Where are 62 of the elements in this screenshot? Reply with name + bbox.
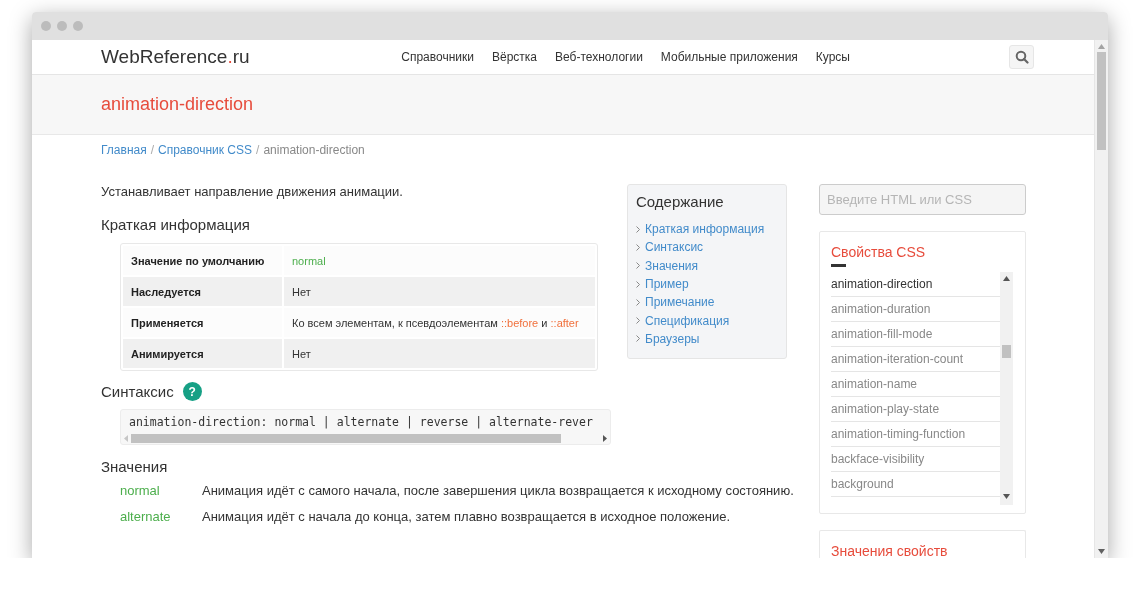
section-heading: Краткая информация: [101, 216, 251, 233]
nav-link[interactable]: Справочники: [392, 50, 483, 64]
window-control-dot[interactable]: [73, 21, 83, 31]
title-underline: [831, 264, 846, 267]
chevron-icon: [636, 298, 640, 306]
table-cell: Нет: [284, 339, 595, 368]
search-button[interactable]: [1009, 45, 1034, 69]
panel-title: Свойства CSS: [831, 244, 927, 260]
site-logo[interactable]: WebReference.ru: [101, 46, 250, 68]
nav-link[interactable]: Вёрстка: [483, 50, 547, 64]
list-scrollbar[interactable]: [1000, 272, 1013, 505]
breadcrumb-current: animation-direction: [263, 143, 365, 157]
page-scrollbar[interactable]: [1094, 40, 1108, 558]
scroll-down-icon: [1003, 494, 1010, 499]
chevron-icon: [636, 225, 640, 233]
panel-title: Содержание: [636, 193, 725, 210]
scrollbar-thumb[interactable]: [1097, 52, 1106, 150]
contents-link[interactable]: Браузеры: [645, 331, 700, 346]
section-heading: Синтаксис: [101, 383, 174, 400]
search-icon: [1014, 50, 1029, 64]
intro-text: Устанавливает направление движения анимации.: [101, 184, 404, 200]
table-cell: Наследуется: [123, 277, 282, 306]
search-field[interactable]: Введите HTML или CSS: [819, 184, 1026, 215]
section-heading: Значения: [101, 458, 169, 475]
code-text: animation-direction: normal | alternate | reverse | alternate-rever: [128, 414, 594, 431]
breadcrumb-separator: /: [256, 143, 260, 157]
window-control-dot[interactable]: [41, 21, 51, 31]
help-button[interactable]: ?: [182, 382, 202, 401]
scroll-up-icon[interactable]: [1098, 44, 1105, 49]
scroll-right-icon: [603, 434, 607, 442]
nav-link[interactable]: Мобильные приложения: [651, 50, 807, 64]
chevron-icon: [636, 243, 640, 251]
contents-link[interactable]: Синтаксис: [645, 240, 704, 255]
contents-link[interactable]: Пример: [645, 277, 689, 292]
breadcrumb-link[interactable]: Главная: [101, 143, 147, 157]
chevron-icon: [636, 317, 640, 325]
table-cell: Нет: [284, 277, 595, 306]
scroll-left-icon: [124, 434, 128, 442]
breadcrumb-separator: /: [150, 143, 155, 157]
value-description: Анимация идёт с самого начала, после завершения цикла возвращается к исходному состоянию.: [202, 483, 794, 499]
scrollbar-thumb[interactable]: [1002, 345, 1011, 358]
nav-link[interactable]: Курсы: [806, 50, 859, 64]
scroll-down-icon[interactable]: [1098, 549, 1105, 554]
value-description: Анимация идёт с начала до конца, затем плавно возвращается в исходное положение.: [202, 509, 732, 525]
panel-title: Значения свойств: [831, 543, 949, 558]
scrollbar-thumb[interactable]: [131, 433, 561, 443]
contents-link[interactable]: Краткая информация: [645, 222, 765, 237]
chevron-icon: [636, 262, 640, 270]
page-title: animation-direction: [101, 94, 254, 115]
scroll-up-icon: [1003, 276, 1010, 281]
value-name: alternate: [120, 509, 172, 525]
nav-link[interactable]: Веб-технологии: [546, 50, 652, 64]
contents-link[interactable]: Примечание: [645, 295, 715, 310]
table-cell: Анимируется: [123, 339, 282, 368]
contents-link[interactable]: Значения: [645, 258, 699, 273]
contents-link[interactable]: Спецификация: [645, 313, 730, 328]
window-control-dot[interactable]: [57, 21, 67, 31]
value-name: normal: [120, 483, 161, 499]
chevron-icon: [636, 280, 640, 288]
chevron-icon: [636, 335, 640, 343]
breadcrumb-link[interactable]: Справочник CSS: [158, 143, 253, 157]
code-scrollbar[interactable]: [121, 432, 610, 444]
